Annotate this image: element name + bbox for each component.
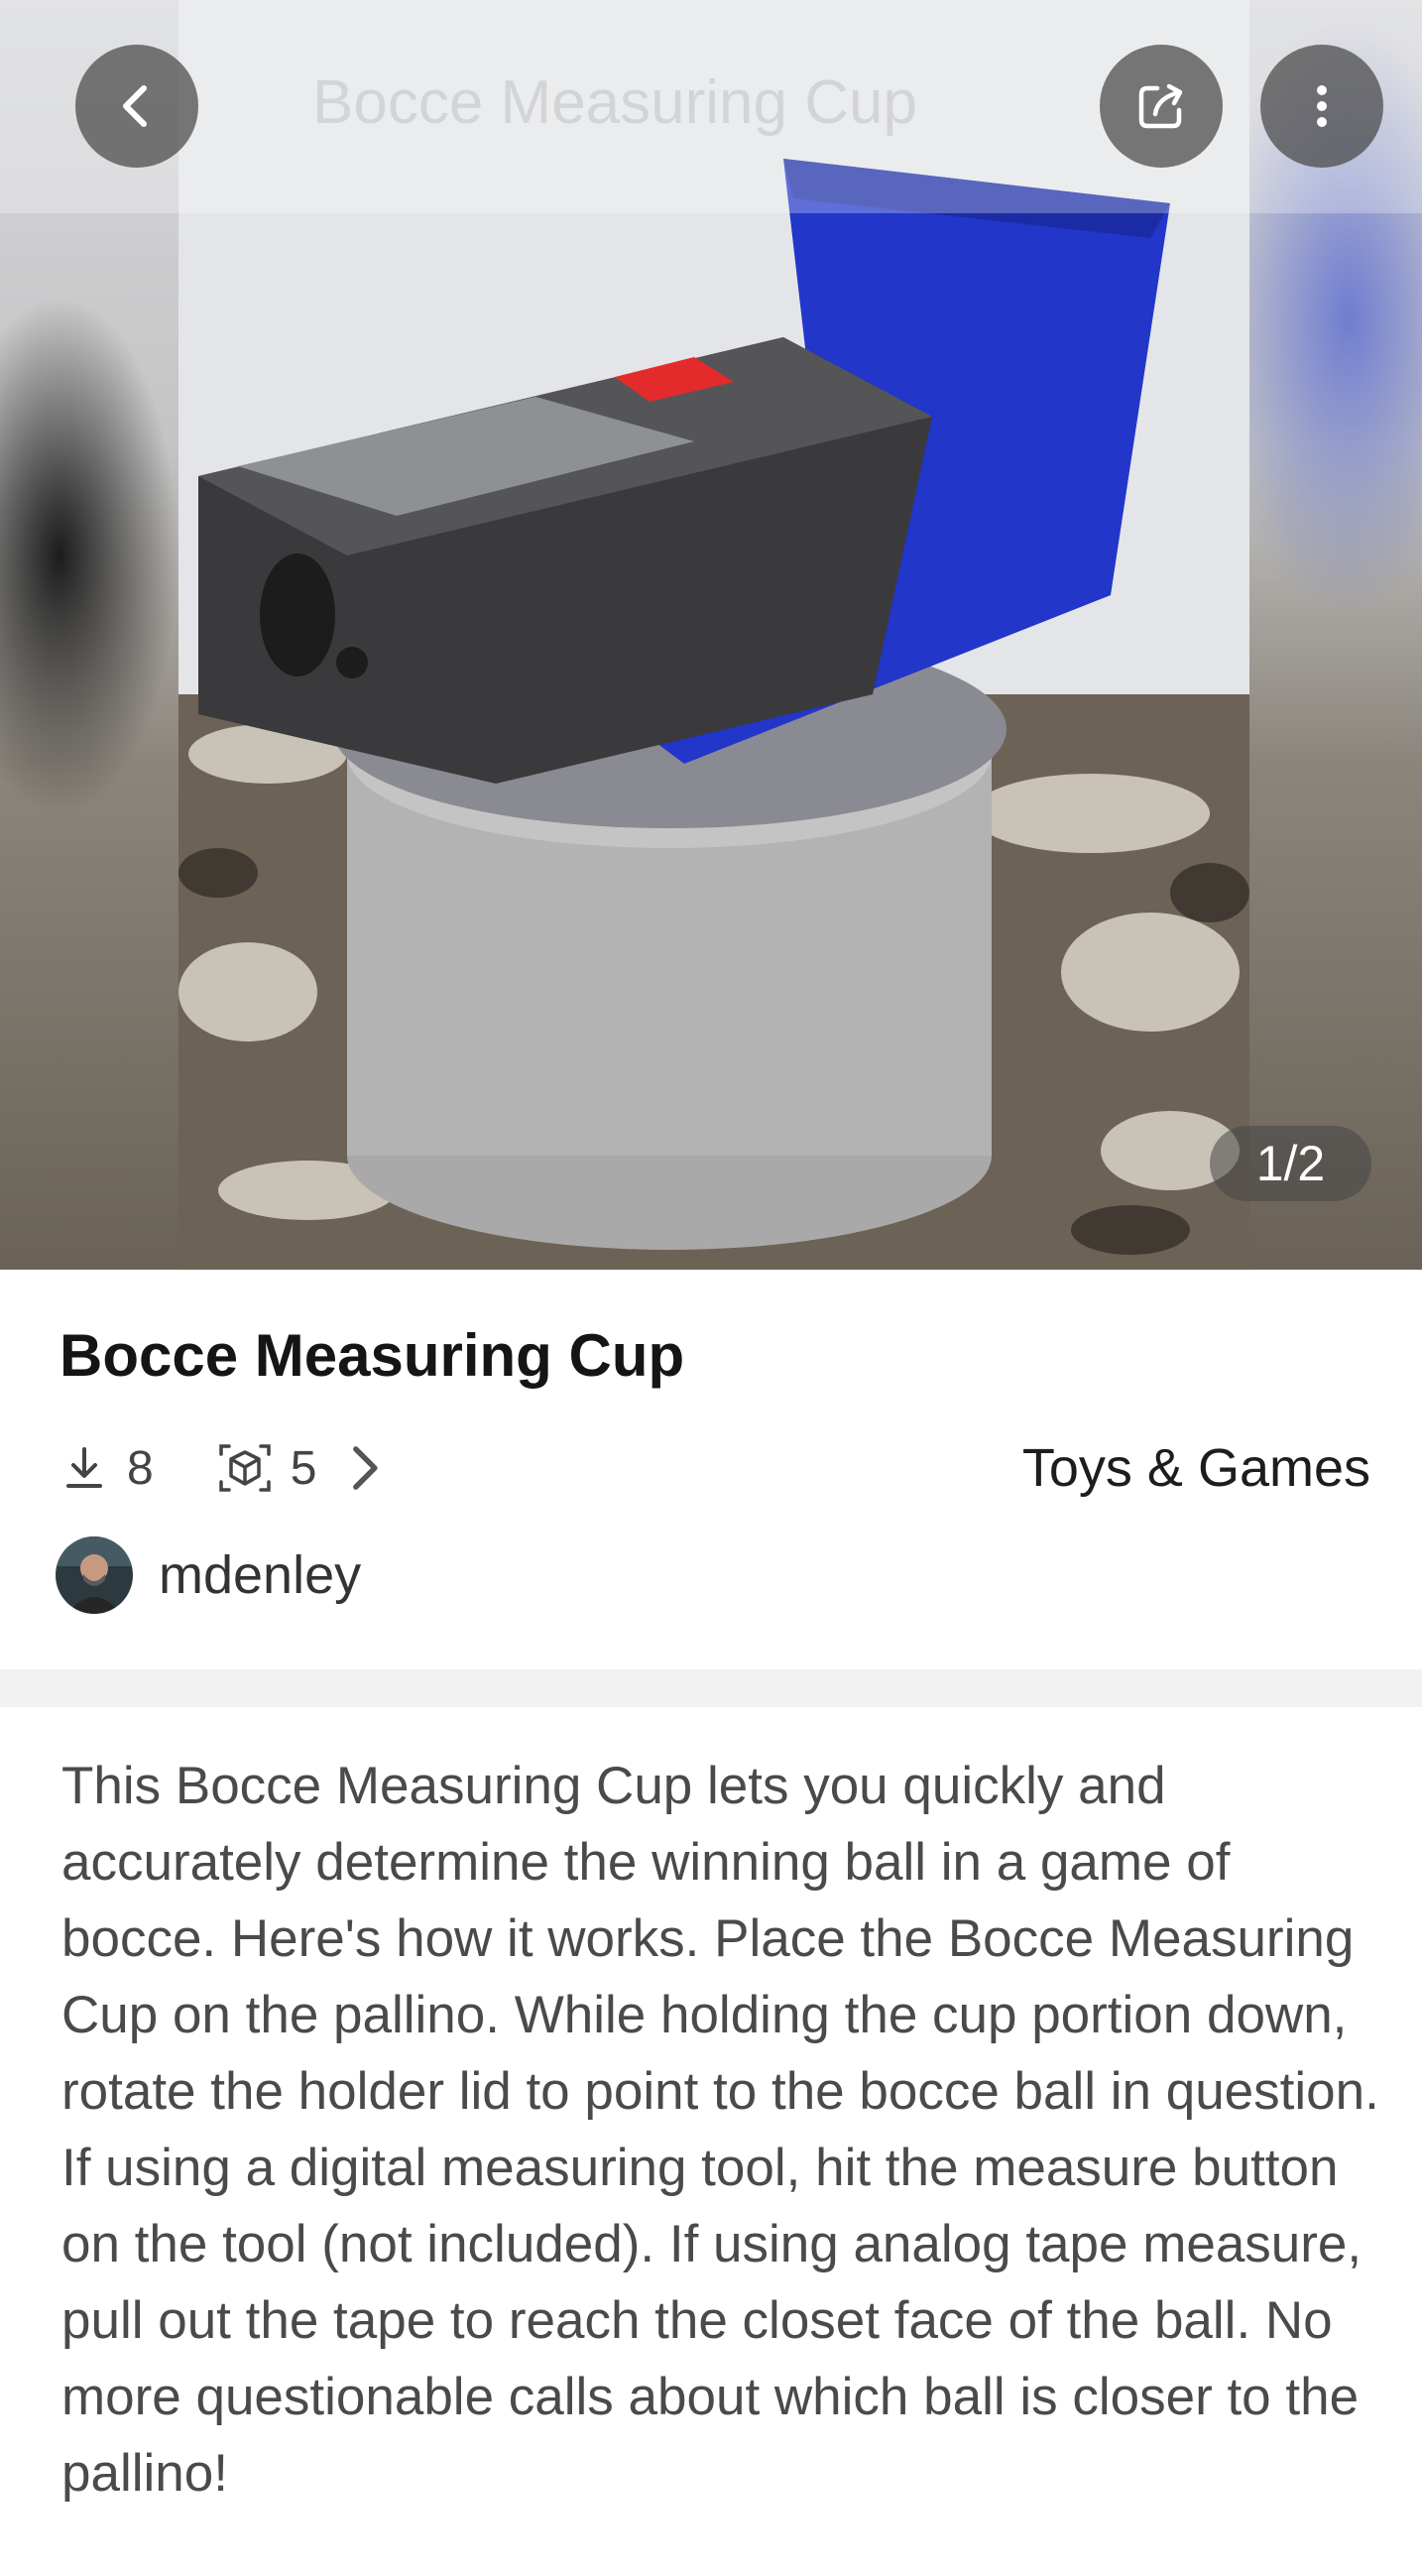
model-title: Bocce Measuring Cup: [59, 1322, 685, 1389]
chevron-left-icon: [123, 85, 147, 127]
section-divider: [0, 1669, 1422, 1707]
avatar[interactable]: [56, 1536, 133, 1614]
model-stats: 8 5: [59, 1433, 410, 1503]
chevron-right-icon: [353, 1446, 379, 1490]
share-button[interactable]: [1100, 45, 1223, 168]
downloads-count: 8: [127, 1441, 154, 1495]
cube-scan-icon: [218, 1444, 271, 1492]
model-description: This Bocce Measuring Cup lets you quickl…: [61, 1757, 1379, 2503]
remixes-stat[interactable]: 5: [215, 1438, 411, 1498]
author-row[interactable]: mdenley: [56, 1535, 361, 1615]
downloads-stat: 8: [59, 1441, 154, 1496]
author-name[interactable]: mdenley: [159, 1544, 361, 1606]
image-counter-badge: 1/2: [1210, 1126, 1371, 1201]
header-title: Bocce Measuring Cup: [312, 68, 917, 137]
more-vertical-icon: [1317, 85, 1327, 127]
category-label[interactable]: Toys & Games: [1022, 1433, 1370, 1503]
avatar-image: [56, 1536, 133, 1614]
image-gallery[interactable]: Bocce Measuring Cup 1/2: [0, 0, 1422, 1270]
remixes-count: 5: [290, 1441, 317, 1495]
more-options-button[interactable]: [1260, 45, 1383, 168]
download-icon: [66, 1447, 102, 1488]
share-icon: [1138, 83, 1183, 129]
back-button[interactable]: [75, 45, 198, 168]
